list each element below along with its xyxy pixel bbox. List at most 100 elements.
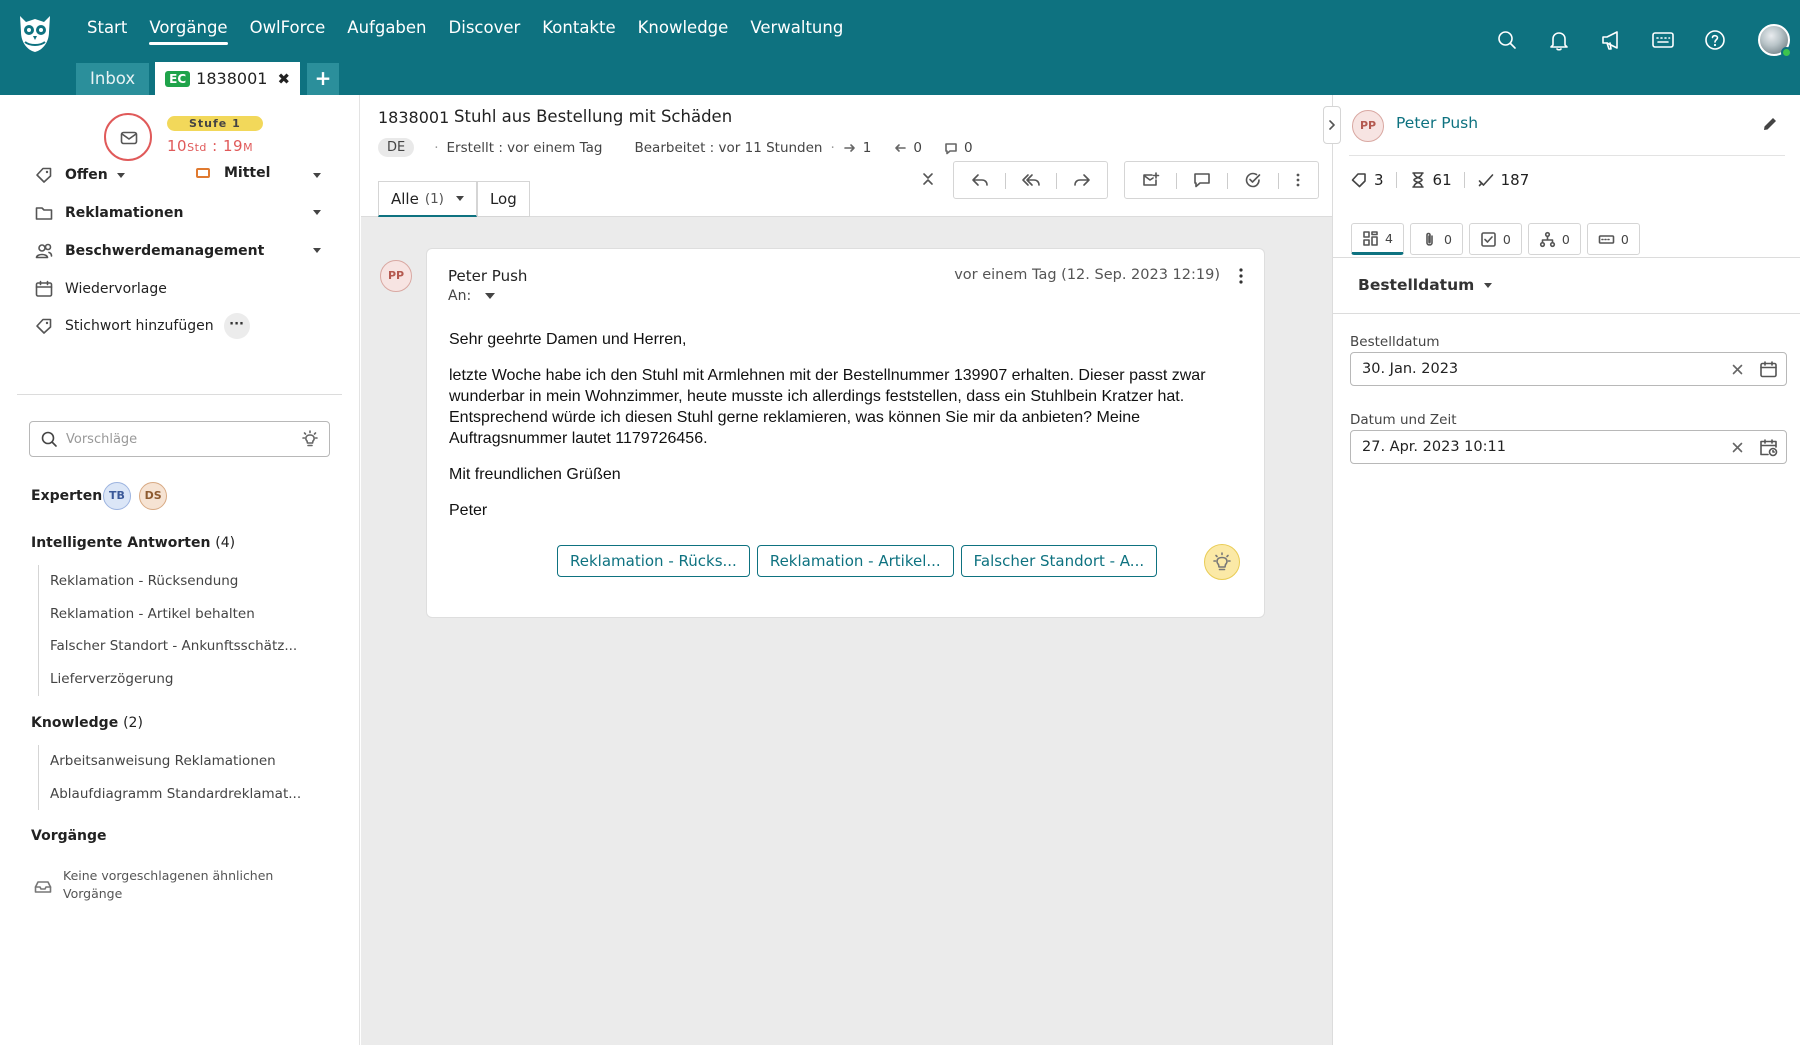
comments-count: 0 [963,139,973,156]
panel-toggle-button[interactable] [1323,106,1341,144]
stat-done[interactable]: 187 [1477,171,1529,189]
pencil-icon[interactable] [1761,115,1779,133]
list-item[interactable]: Reklamation - Artikel behalten [39,598,297,631]
tab-log[interactable]: Log [476,181,530,217]
collapse-all-icon[interactable] [920,171,936,187]
resolve-button[interactable] [1227,162,1278,198]
nav-kontakte[interactable]: Kontakte [531,14,626,45]
nav-aufgaben[interactable]: Aufgaben [336,14,437,45]
sla-countdown: 10Std : 19M [167,137,254,155]
reply-all-button[interactable] [1005,162,1056,198]
online-status-dot [1781,47,1792,58]
knowledge-list: Arbeitsanweisung Reklamationen Ablaufdia… [38,745,301,811]
team-dropdown[interactable]: Beschwerdemanagement [34,241,264,261]
sender-avatar[interactable]: PP [380,260,412,292]
add-comment-button[interactable] [1176,162,1227,198]
more-tags-button[interactable]: ··· [223,313,250,339]
add-tab-button[interactable]: + [307,63,340,95]
message-card: Peter Push An: vor einem Tag (12. Sep. 2… [426,248,1265,618]
tag-icon [1351,173,1366,188]
priority-dropdown[interactable]: Mittel [196,165,270,181]
list-item[interactable]: Reklamation - Rücksendung [39,565,297,598]
message-recipients[interactable]: An: [448,288,496,304]
bell-icon[interactable] [1546,27,1572,53]
tab-all[interactable]: Alle (1) [378,181,477,217]
category-dropdown[interactable]: Reklamationen [34,203,183,223]
more-actions-button[interactable] [1278,162,1318,198]
nav-verwaltung[interactable]: Verwaltung [739,14,854,45]
nav-owlforce[interactable]: OwlForce [239,14,337,45]
message-sender[interactable]: Peter Push [448,267,527,285]
suggested-reply-chip[interactable]: Reklamation - Artikel... [756,545,954,577]
stat-waiting[interactable]: 61 [1409,171,1452,189]
tab-ticket-1838001[interactable]: EC 1838001 ✖ [155,62,301,95]
lightbulb-icon[interactable] [301,430,319,448]
tab-relations[interactable]: 0 [1527,223,1581,255]
nav-vorgaenge[interactable]: Vorgänge [138,14,238,45]
field-group-dropdown[interactable]: Bestelldatum [1358,276,1493,294]
list-item[interactable]: Ablaufdiagramm Standardreklamat... [39,778,301,811]
resubmission-button[interactable]: Wiedervorlage [34,279,167,299]
new-message-button[interactable] [1125,162,1176,198]
priority-chevron-down-icon[interactable] [313,173,321,178]
nav-knowledge[interactable]: Knowledge [627,14,740,45]
suggested-reply-chip[interactable]: Reklamation - Rücks... [557,545,750,577]
datetime-input[interactable] [1362,439,1702,455]
list-item[interactable]: Falscher Standort - Ankunftsschätz... [39,630,297,663]
sla-level-badge: Stufe 1 [167,116,263,131]
megaphone-icon[interactable] [1598,27,1624,53]
tab-inbox[interactable]: Inbox [76,63,150,95]
form-field-icon [1598,234,1615,244]
tab-fields[interactable]: 4 [1351,223,1404,255]
tab-tasks[interactable]: 0 [1468,223,1522,255]
outgoing-count: 1 [862,139,872,156]
user-avatar[interactable] [1758,24,1792,58]
tab-close-icon[interactable]: ✖ [277,70,290,88]
suggestions-input[interactable] [66,431,286,447]
clear-icon[interactable] [1731,363,1744,376]
main-navigation: Start Vorgänge OwlForce Aufgaben Discove… [76,14,854,45]
help-icon[interactable] [1702,27,1728,53]
experts-label: Experten [31,488,103,504]
message-menu-icon[interactable] [1237,267,1245,285]
search-icon [41,431,57,447]
status-dropdown[interactable]: Offen [34,165,125,185]
forward-button[interactable] [1056,162,1107,198]
stat-tickets[interactable]: 3 [1350,171,1384,189]
comment-icon [1193,173,1210,188]
list-item[interactable]: Arbeitsanweisung Reklamationen [39,745,301,778]
tab-forms[interactable]: 0 [1586,223,1640,255]
clear-icon[interactable] [1731,441,1744,454]
nav-discover[interactable]: Discover [438,14,532,45]
team-chevron-down-icon[interactable] [313,248,321,253]
empty-inbox-icon [34,881,52,893]
ai-suggestion-button[interactable] [1204,544,1240,580]
list-item[interactable]: Lieferverzögerung [39,663,297,696]
checkbox-icon [1481,231,1496,247]
tab-attachments[interactable]: 0 [1409,223,1463,255]
language-badge[interactable]: DE [378,138,415,157]
message-date: vor einem Tag (12. Sep. 2023 12:19) [954,267,1220,283]
nav-start[interactable]: Start [76,14,138,45]
message-body: Sehr geehrte Damen und Herren, letzte Wo… [449,329,1229,536]
reply-button[interactable] [954,162,1005,198]
order-date-field[interactable] [1350,352,1787,386]
search-icon[interactable] [1494,27,1520,53]
keyboard-chat-icon[interactable] [1650,27,1676,53]
edited-info: Bearbeitet : vor 11 Stunden [634,139,823,156]
contact-name[interactable]: Peter Push [1396,114,1478,132]
suggested-reply-chip[interactable]: Falscher Standort - A... [960,545,1158,577]
contact-avatar[interactable]: PP [1352,110,1384,142]
contact-tabs: 4 0 0 0 0 [1351,223,1640,255]
calendar-icon[interactable] [1759,360,1778,379]
expert-avatar[interactable]: DS [139,482,168,510]
add-tag-button[interactable]: Stichwort hinzufügen ··· [34,313,250,339]
suggestions-search[interactable] [29,421,330,457]
datetime-field[interactable] [1350,430,1787,464]
top-bar: Start Vorgänge OwlForce Aufgaben Discove… [0,0,1800,95]
order-date-input[interactable] [1362,361,1702,377]
expert-avatar[interactable]: TB [103,482,131,510]
category-chevron-down-icon[interactable] [313,210,321,215]
calendar-clock-icon[interactable] [1759,438,1778,457]
owl-logo-icon[interactable] [16,10,54,54]
